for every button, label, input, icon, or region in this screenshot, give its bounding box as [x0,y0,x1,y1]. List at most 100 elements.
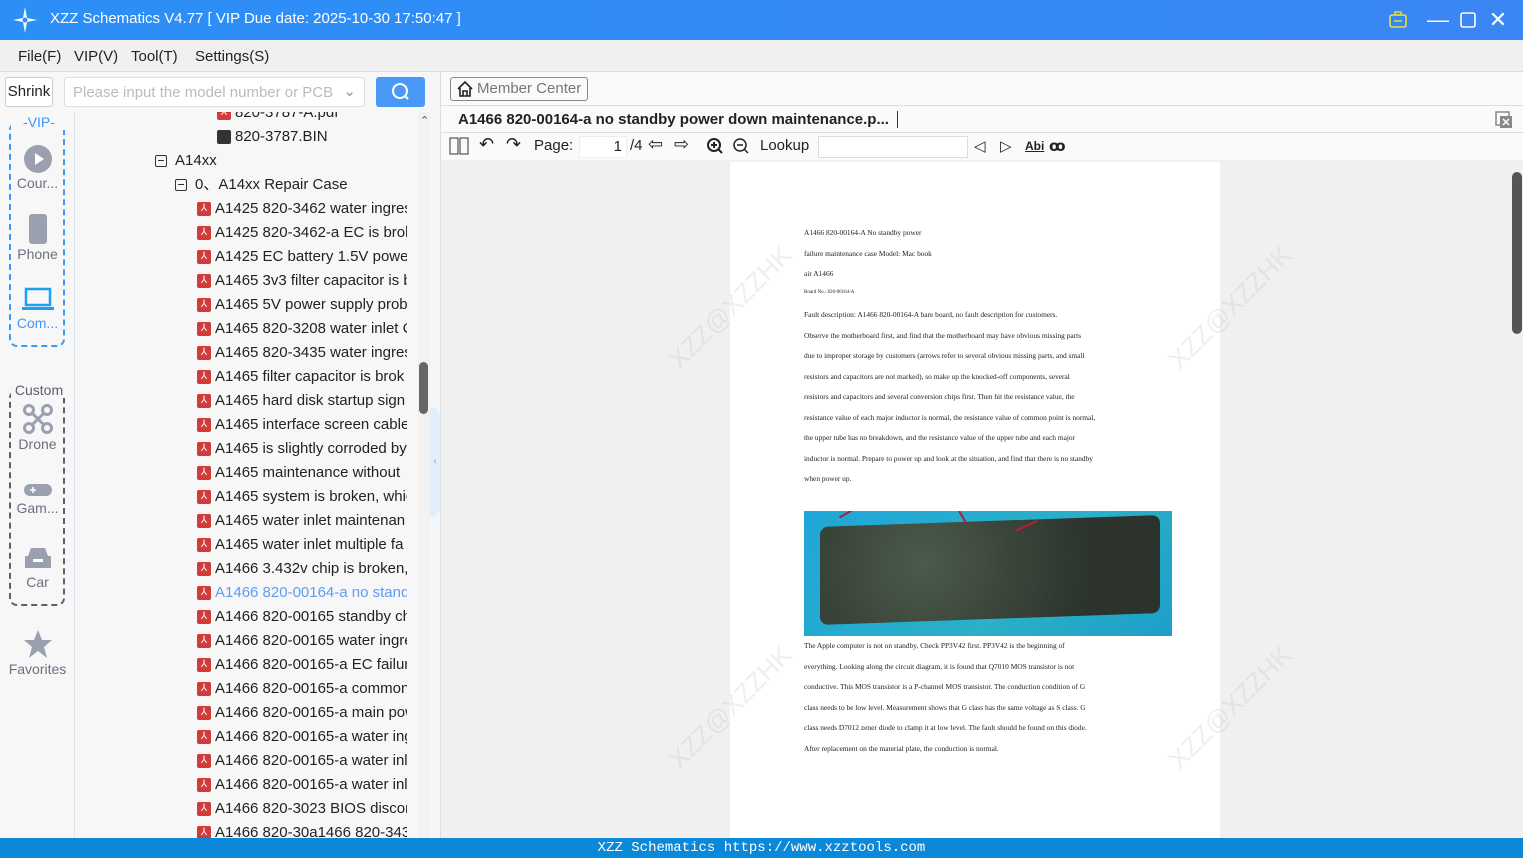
tree-folder[interactable]: A14xx [155,149,355,173]
binoculars-icon[interactable]: ꝏ [1049,137,1066,155]
tree-file-label: A1466 820-00165-a water inl [215,776,407,793]
match-case-button[interactable]: Abi [1025,139,1044,153]
menu-settings[interactable]: Settings(S) [195,48,269,65]
tree-file[interactable]: ⅄ 820-3787-A.pdf [217,112,417,125]
tree-file[interactable]: ⅄ A1465 water inlet maintenan [197,509,407,533]
tree-file[interactable]: ⅄ A1466 3.432v chip is broken, [197,557,407,581]
sidebar-item-phone[interactable]: Phone [0,214,75,262]
document-view[interactable]: A1466 820-00164-A No standby power failur… [441,160,1511,838]
model-search-input[interactable]: Please input the model number or PCB ⌄ [64,77,365,107]
category-sidebar: -VIP- Cour... Phone Com... Custom Drone … [0,112,75,838]
tree-file[interactable]: ⅄ A1465 system is broken, whic [197,485,407,509]
sidebar-item-computer[interactable]: Com... [0,287,75,331]
document-line: The Apple computer is not on standby, Ch… [804,641,1065,650]
close-tab-icon[interactable] [1495,111,1513,129]
minimize-button[interactable]: — [1426,8,1450,32]
tree-file[interactable]: ⅄ A1465 interface screen cable [197,413,407,437]
panel-splitter[interactable]: ‹ [430,72,441,838]
sidebar-item-favorites[interactable]: Favorites [0,629,75,677]
menu-tool[interactable]: Tool(T) [131,48,178,65]
two-page-icon[interactable] [449,137,469,155]
tree-file[interactable]: ⅄ A1465 filter capacitor is brok [197,365,407,389]
search-button[interactable] [376,77,425,107]
tree-file[interactable]: ⅄ A1466 820-30a1466 820-343 [197,821,407,838]
tree-file[interactable]: ⅄ A1465 3v3 filter capacitor is b [197,269,407,293]
collapse-panel-icon[interactable]: ‹ [430,407,440,517]
tree-file[interactable]: ⅄ A1465 is slightly corroded by [197,437,407,461]
tree-file-label: A1425 EC battery 1.5V power [215,248,407,265]
find-next-icon[interactable]: ▷ [1000,137,1012,155]
scroll-up-icon[interactable]: ⌃ [420,114,429,127]
scrollbar-thumb[interactable] [419,362,428,414]
search-row: Shrink Please input the model number or … [0,72,441,112]
tree-file[interactable]: ⅄ A1465 5V power supply prob [197,293,407,317]
tree-file[interactable]: ⅄ A1466 820-00165-a water ing [197,725,407,749]
tree-file[interactable]: ⅄ A1465 water inlet multiple fa [197,533,407,557]
page-number-input[interactable]: 1 [579,136,627,158]
tree-folder-label: A14xx [175,152,217,169]
lookup-input[interactable] [818,136,968,158]
tree-file[interactable]: ⅄ A1466 820-00165-a main pow [197,701,407,725]
rotate-right-icon[interactable]: ↷ [506,134,521,155]
menu-bar: File(F) VIP(V) Tool(T) Settings(S) [0,40,1523,72]
tree-folder[interactable]: 0、A14xx Repair Case [175,173,415,197]
pdf-icon: ⅄ [197,562,211,576]
document-line: After replacement on the material plate,… [804,743,999,753]
document-line: resistors and capacitors and several con… [804,392,1075,401]
tree-file[interactable]: ⅄ A1425 820-3462-a EC is broken [197,221,407,245]
app-logo-icon [13,7,37,33]
zoom-in-icon[interactable] [706,137,724,155]
briefcase-icon[interactable] [1389,11,1407,28]
rotate-left-icon[interactable]: ↶ [479,134,494,155]
tree-file[interactable]: ⅄ A1466 820-00165 standby ch [197,605,407,629]
next-page-icon[interactable]: ⇨ [674,134,689,155]
tree-file-label: A1425 820-3462-a EC is broken [215,224,407,241]
menu-file[interactable]: File(F) [18,48,61,65]
tree-file[interactable]: ⅄ A1465 820-3208 water inlet C [197,317,407,341]
tree-file[interactable]: ⅄ A1465 hard disk startup sign [197,389,407,413]
tree-file[interactable]: ⅄ A1466 820-00165-a EC failure [197,653,407,677]
maximize-button[interactable] [1456,8,1480,32]
tree-file-label: A1465 interface screen cable [215,416,407,433]
tree-file[interactable]: ⅄ A1466 820-00165-a water inl [197,749,407,773]
tree-file-label: A1425 820-3462 water ingress [215,200,407,217]
tree-file[interactable]: ⅄ A1466 820-3023 BIOS discon [197,797,407,821]
collapse-icon[interactable] [155,155,167,167]
sidebar-item-drone[interactable]: Drone [0,404,75,452]
pdf-toolbar: ↶ ↷ Page: 1 /4 ⇦ ⇨ Lookup ◁ ▷ Abi ꝏ [441,133,1523,161]
tree-file-label: A1466 820-00165-a water ing [215,728,407,745]
tree-file[interactable]: ⅄ A1466 820-00165-a common [197,677,407,701]
close-button[interactable]: ✕ [1486,8,1510,32]
member-center-button[interactable]: Member Center [450,77,588,101]
find-prev-icon[interactable]: ◁ [974,137,986,155]
tree-file[interactable]: ⅄ A1425 820-3462 water ingress [197,197,407,221]
prev-page-icon[interactable]: ⇦ [648,134,663,155]
collapse-icon[interactable] [175,179,187,191]
tree-file[interactable]: ⅄ A1425 EC battery 1.5V power [197,245,407,269]
pdf-icon: ⅄ [197,610,211,624]
menu-vip[interactable]: VIP(V) [74,48,118,65]
tree-file[interactable]: ⅄ A1466 820-00165-a water inl [197,773,407,797]
tree-scrollbar[interactable]: ⌃ [418,112,430,838]
tree-file-label: A1466 820-3023 BIOS discon [215,800,407,817]
zoom-out-icon[interactable] [732,137,750,155]
document-scrollbar[interactable] [1511,160,1523,838]
sidebar-item-car[interactable]: Car [0,546,75,590]
sidebar-item-courses[interactable]: Cour... [0,145,75,191]
sidebar-item-games[interactable]: Gam... [0,482,75,516]
pdf-icon: ⅄ [217,112,231,120]
pdf-icon: ⅄ [197,370,211,384]
scrollbar-thumb[interactable] [1512,172,1522,334]
pdf-icon: ⅄ [197,658,211,672]
tree-file[interactable]: ⅄ A1465 820-3435 water ingres [197,341,407,365]
tree-file-label: A1465 is slightly corroded by [215,440,407,457]
tree-file[interactable]: ⅄ A1466 820-00164-a no stand [197,581,407,605]
tree-file[interactable]: ⅄ A1466 820-00165 water ingre [197,629,407,653]
drone-icon [22,404,53,434]
shrink-button[interactable]: Shrink [5,77,53,107]
chevron-down-icon[interactable]: ⌄ [343,82,356,100]
tree-file[interactable]: ⅄ A1465 maintenance without [197,461,407,485]
document-tab[interactable]: A1466 820-00164-a no standby power down … [458,111,898,128]
tree-file[interactable]: 820-3787.BIN [217,125,417,149]
tree-folder-label: 0、A14xx Repair Case [195,176,348,193]
